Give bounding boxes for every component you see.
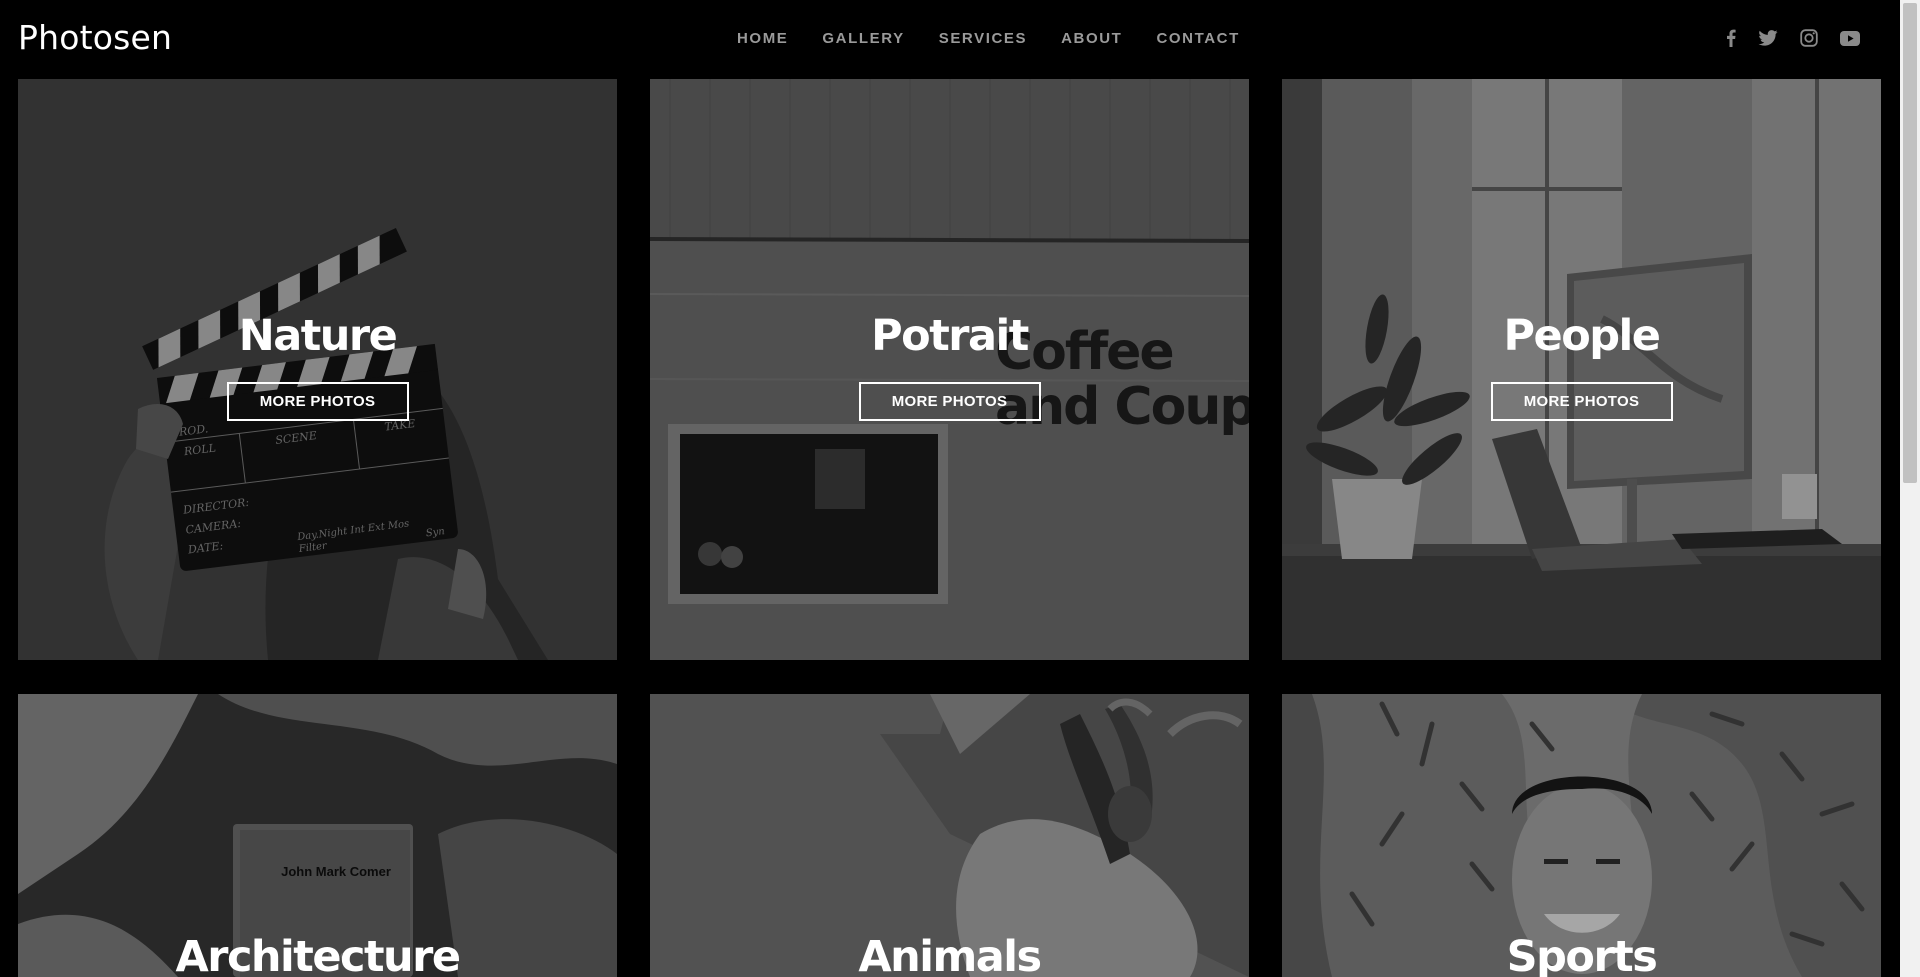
scrollbar-thumb[interactable] <box>1903 3 1917 483</box>
gallery-card-nature[interactable]: PROD. ROLL SCENE TAKE DIRECTOR: CAMERA: … <box>18 79 617 660</box>
gallery-card-sports[interactable]: Sports <box>1282 694 1881 977</box>
facebook-icon[interactable] <box>1726 29 1736 47</box>
gallery-card-animals[interactable]: Animals <box>650 694 1249 977</box>
nav-contact[interactable]: CONTACT <box>1156 30 1239 47</box>
nav-services[interactable]: SERVICES <box>939 30 1027 47</box>
gallery-card-potrait[interactable]: Coffee and Coup Potrait MORE PHOTOS <box>650 79 1249 660</box>
card-title: Nature <box>238 311 398 361</box>
more-photos-button[interactable]: MORE PHOTOS <box>858 382 1041 421</box>
more-photos-button[interactable]: MORE PHOTOS <box>226 382 409 421</box>
instagram-icon[interactable] <box>1800 29 1818 47</box>
gallery-card-people[interactable]: People MORE PHOTOS <box>1282 79 1881 660</box>
social-links <box>1726 29 1860 47</box>
card-title: People <box>1503 311 1661 361</box>
nav-about[interactable]: ABOUT <box>1061 30 1122 47</box>
gallery-card-architecture[interactable]: John Mark Comer The Architecture <box>18 694 617 977</box>
card-title: Sports <box>1506 932 1658 977</box>
twitter-icon[interactable] <box>1758 30 1778 46</box>
card-title: Animals <box>858 932 1042 977</box>
site-header: Photosen HOME GALLERY SERVICES ABOUT CON… <box>0 0 1900 79</box>
nav-home[interactable]: HOME <box>737 30 788 47</box>
nav-gallery[interactable]: GALLERY <box>822 30 904 47</box>
card-title: Architecture <box>175 932 461 977</box>
main-nav: HOME GALLERY SERVICES ABOUT CONTACT <box>737 30 1240 47</box>
page-scrollbar[interactable] <box>1900 0 1920 977</box>
card-title: Potrait <box>871 311 1029 361</box>
site-logo[interactable]: Photosen <box>18 18 172 57</box>
youtube-icon[interactable] <box>1840 30 1860 46</box>
more-photos-button[interactable]: MORE PHOTOS <box>1490 382 1673 421</box>
